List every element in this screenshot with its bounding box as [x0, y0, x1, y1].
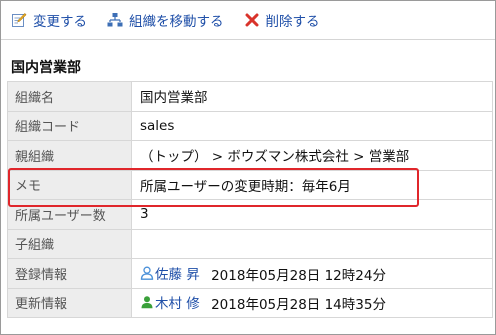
move-org-button[interactable]: 組織を移動する [107, 10, 224, 30]
parent-org-value: （トップ） > ボウズマン株式会社 > 営業部 [131, 140, 493, 171]
updated-info-value: 木村 修 2018年05月28日 14時35分 [131, 287, 493, 318]
org-name-label: 組織名 [7, 81, 132, 112]
org-name-value: 国内営業部 [131, 81, 493, 112]
memo-highlight-box [8, 168, 419, 207]
updated-timestamp: 2018年05月28日 14時35分 [211, 297, 386, 314]
registered-info-value: 佐藤 昇 2018年05月28日 12時24分 [131, 258, 493, 289]
toolbar-divider [1, 39, 495, 40]
registered-info-label: 登録情報 [7, 258, 132, 289]
page-title: 国内営業部 [11, 60, 81, 76]
registered-user-link[interactable]: 佐藤 昇 [140, 263, 200, 283]
delete-button[interactable]: 削除する [244, 10, 320, 30]
edit-button[interactable]: 変更する [11, 10, 87, 30]
parent-org-label: 親組織 [7, 140, 132, 171]
registered-user-name: 佐藤 昇 [155, 266, 200, 283]
org-code-label: 組織コード [7, 110, 132, 141]
toolbar: 変更する 組織を移動する 削除する [1, 1, 495, 39]
move-org-label: 組織を移動する [129, 14, 224, 30]
table-row: 登録情報 佐藤 昇 2018年05月28日 12時24分 [7, 258, 493, 289]
org-code-value: sales [131, 110, 493, 141]
pencil-note-icon [12, 13, 27, 27]
child-org-value [131, 228, 493, 259]
registered-timestamp: 2018年05月28日 12時24分 [211, 267, 386, 284]
user-icon [140, 266, 154, 280]
delete-label: 削除する [265, 14, 320, 30]
org-detail-panel: 変更する 組織を移動する 削除する 国内営業部 組織名 国内営業部 組織コード [0, 0, 496, 335]
table-row: 親組織 （トップ） > ボウズマン株式会社 > 営業部 [7, 140, 493, 171]
child-org-label: 子組織 [7, 228, 132, 259]
updated-info-label: 更新情報 [7, 287, 132, 318]
table-row: 組織名 国内営業部 [7, 81, 493, 112]
table-row: 組織コード sales [7, 110, 493, 141]
org-tree-icon [107, 13, 123, 27]
updated-user-link[interactable]: 木村 修 [140, 292, 200, 312]
table-row: 子組織 [7, 228, 493, 259]
updated-user-name: 木村 修 [155, 296, 200, 313]
user-icon [141, 296, 153, 309]
edit-label: 変更する [33, 14, 87, 30]
x-mark-icon [245, 13, 258, 27]
table-row: 更新情報 木村 修 2018年05月28日 14時35分 [7, 287, 493, 318]
